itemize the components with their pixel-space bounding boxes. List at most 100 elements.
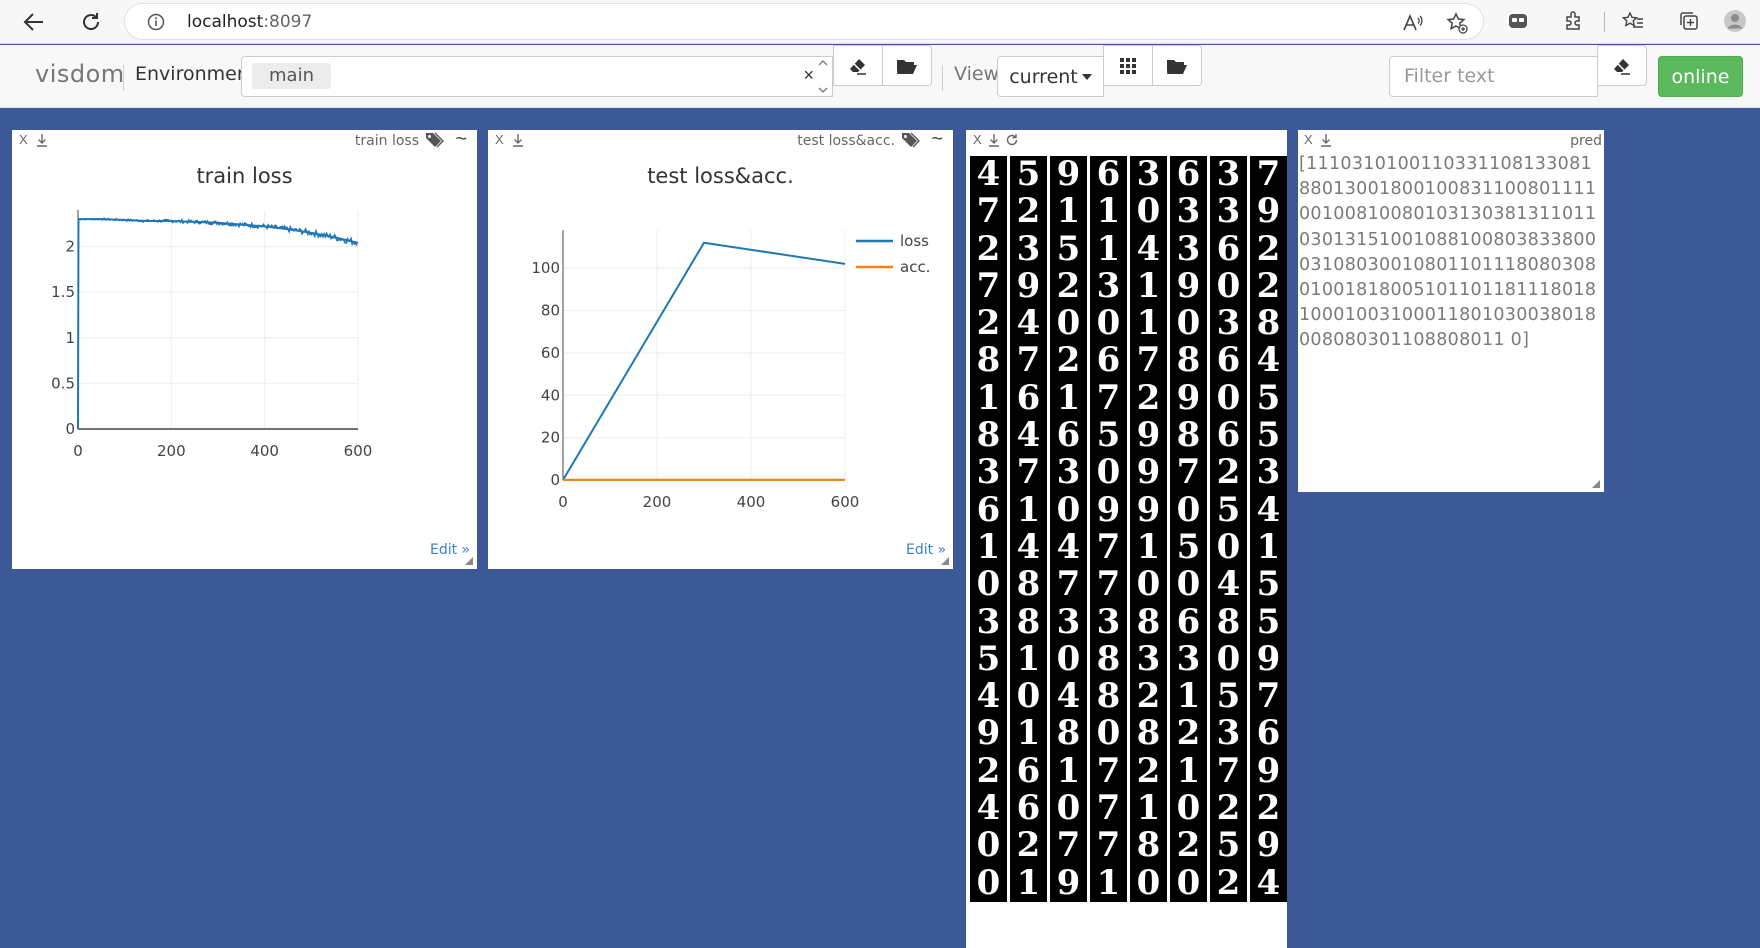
view-manage-folder-button[interactable] xyxy=(1152,45,1202,86)
mnist-digit-image: 6 xyxy=(1210,417,1247,455)
mnist-digit-image: 7 xyxy=(1090,528,1127,567)
edit-chart-link[interactable]: Edit » xyxy=(906,542,946,558)
profile-avatar-icon[interactable] xyxy=(1722,8,1748,34)
series-line-noise xyxy=(78,217,358,246)
favorites-icon[interactable] xyxy=(1620,8,1646,34)
mnist-digit-image: 2 xyxy=(1130,752,1167,791)
x-tick-label: 600 xyxy=(344,442,373,460)
pane-titlebar[interactable]: X pred xyxy=(1298,130,1604,152)
mnist-digit-image: 4 xyxy=(1130,230,1167,268)
download-icon[interactable] xyxy=(988,133,1000,147)
mnist-digit-image: 6 xyxy=(1210,342,1247,380)
mnist-digit-image: 3 xyxy=(1010,230,1047,268)
mnist-digit-image: 8 xyxy=(1090,640,1127,679)
mnist-digit-image: 2 xyxy=(1010,827,1047,865)
pane-titlebar[interactable]: X xyxy=(966,130,1287,152)
edit-chart-link[interactable]: Edit » xyxy=(430,542,470,558)
visdom-brand[interactable]: visdom xyxy=(35,60,125,88)
repack-grid-button[interactable] xyxy=(1103,45,1153,86)
x-tick-label: 200 xyxy=(643,493,672,511)
images-pane[interactable]: X 45963637721103392351436279231902240010… xyxy=(966,130,1287,948)
mnist-digit-image: 3 xyxy=(1170,230,1207,268)
resize-handle-icon[interactable] xyxy=(1592,480,1600,488)
mnist-digit-image: 5 xyxy=(1210,827,1247,865)
filter-text-input[interactable]: Filter text xyxy=(1389,56,1598,97)
mnist-digit-image: 9 xyxy=(1050,864,1087,902)
environment-select[interactable]: main × xyxy=(241,56,833,97)
connection-status-button[interactable]: online xyxy=(1658,56,1743,97)
filter-clear-button[interactable] xyxy=(1597,45,1647,86)
mnist-digit-image: 1 xyxy=(1130,790,1167,828)
mnist-digit-image: 2 xyxy=(1050,342,1087,380)
test-loss-acc-chart[interactable]: 0 200 400 600 0 20 40 60 80 100 loss acc. xyxy=(488,130,953,569)
mnist-digit-image: 0 xyxy=(1130,566,1167,604)
resize-handle-icon[interactable] xyxy=(465,557,473,565)
y-tick-label: 80 xyxy=(541,302,560,320)
mnist-digit-image: 0 xyxy=(1210,528,1247,567)
view-dropdown-value: current xyxy=(1009,65,1078,88)
y-tick-label: 40 xyxy=(541,386,560,404)
mnist-digit-image: 5 xyxy=(1250,603,1287,641)
favorite-add-icon[interactable] xyxy=(1446,12,1468,34)
mnist-digit-image: 8 xyxy=(1170,417,1207,455)
pane-close-button[interactable]: X xyxy=(1304,132,1313,147)
view-dropdown[interactable]: current xyxy=(997,56,1104,97)
address-bar[interactable]: localhost:8097 xyxy=(124,3,1484,40)
mnist-digit-image: 9 xyxy=(1130,417,1167,455)
mnist-digit-image: 3 xyxy=(1210,715,1247,753)
mnist-digit-image: 0 xyxy=(1170,305,1207,343)
mnist-digit-image: 8 xyxy=(1130,715,1167,753)
caret-down-icon[interactable] xyxy=(818,87,828,94)
mnist-digit-image: 5 xyxy=(1250,417,1287,455)
eraser-icon xyxy=(1614,58,1630,75)
mnist-digit-image: 5 xyxy=(1250,379,1287,418)
environment-stepper[interactable] xyxy=(816,59,830,94)
mnist-digit-image: 9 xyxy=(1130,491,1167,529)
environment-clear-button[interactable]: × xyxy=(803,65,814,86)
read-aloud-icon[interactable] xyxy=(1401,12,1423,34)
mnist-digit-image: 2 xyxy=(1170,827,1207,865)
mnist-digit-image: 7 xyxy=(1050,827,1087,865)
env-manage-folder-button[interactable] xyxy=(882,45,932,86)
mnist-digit-image: 4 xyxy=(970,156,1007,194)
mnist-digit-image: 6 xyxy=(970,491,1007,529)
test-loss-acc-pane[interactable]: X test loss&acc. ~ test loss&acc. 0 200 40… xyxy=(488,128,953,569)
pred-text-pane[interactable]: X pred [11103101001103311081330818801300… xyxy=(1298,130,1604,492)
mnist-digit-image: 7 xyxy=(970,193,1007,231)
train-loss-chart[interactable]: 0 200 400 600 0 0.5 1 1.5 2 xyxy=(12,130,477,569)
mnist-digit-image: 9 xyxy=(1250,193,1287,231)
mnist-digit-image: 7 xyxy=(1170,454,1207,492)
info-icon[interactable] xyxy=(147,13,165,31)
resize-handle-icon[interactable] xyxy=(941,557,949,565)
environment-chip[interactable]: main xyxy=(252,63,331,89)
reset-icon[interactable] xyxy=(1005,133,1019,147)
mnist-digit-image: 3 xyxy=(1210,305,1247,343)
url-host: localhost xyxy=(187,12,264,32)
mnist-digit-image: 0 xyxy=(970,566,1007,604)
mnist-digit-image: 1 xyxy=(1090,193,1127,231)
mnist-digit-image: 4 xyxy=(1050,528,1087,567)
mnist-digit-image: 6 xyxy=(1170,603,1207,641)
mnist-digit-image: 2 xyxy=(1130,379,1167,418)
collections-icon[interactable] xyxy=(1676,8,1702,34)
mnist-digit-image: 2 xyxy=(970,230,1007,268)
download-icon[interactable] xyxy=(1320,133,1332,147)
mnist-digit-image: 0 xyxy=(1090,454,1127,492)
env-clear-eraser-button[interactable] xyxy=(833,45,883,86)
pred-text-content: [111031010011033110813308188013001800100… xyxy=(1299,154,1597,351)
reload-button[interactable] xyxy=(77,8,105,36)
browser-toolbar: localhost:8097 xyxy=(0,0,1760,44)
view-label: View xyxy=(954,63,1000,85)
mnist-digit-image: 3 xyxy=(970,603,1007,641)
train-loss-pane[interactable]: X train loss ~ train loss 0 200 400 600 0 0.5… xyxy=(12,128,477,569)
extensions-icon[interactable] xyxy=(1561,8,1587,34)
profile-extension-icon[interactable] xyxy=(1505,8,1531,34)
back-button[interactable] xyxy=(20,8,48,36)
mnist-digit-image: 1 xyxy=(1250,528,1287,567)
legend-label-loss: loss xyxy=(900,232,929,250)
mnist-digit-image: 1 xyxy=(1010,640,1047,679)
folder-open-icon xyxy=(897,59,917,74)
mnist-digit-image: 4 xyxy=(1010,305,1047,343)
pane-close-button[interactable]: X xyxy=(973,132,982,147)
caret-up-icon[interactable] xyxy=(818,59,828,66)
